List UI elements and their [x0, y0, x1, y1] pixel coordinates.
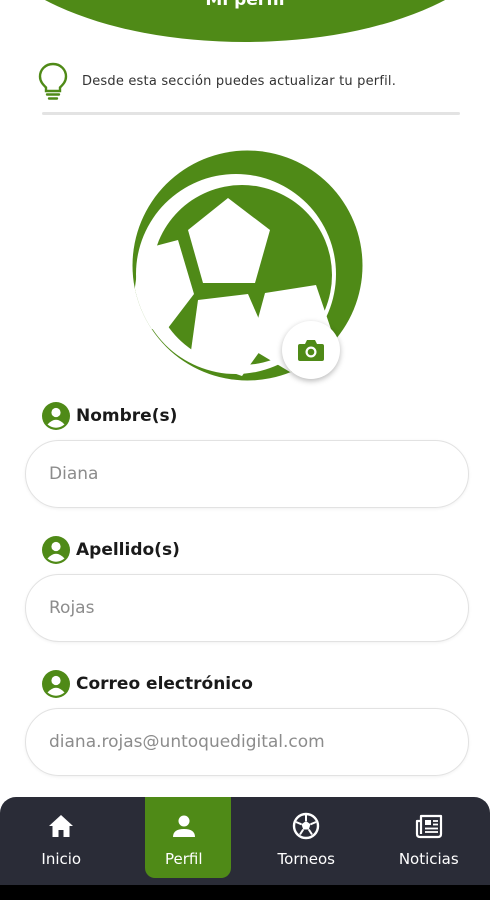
nombre-field-container — [25, 440, 469, 508]
change-photo-button[interactable] — [282, 321, 340, 379]
home-icon — [49, 815, 74, 837]
nav-item-torneos[interactable]: Torneos — [245, 797, 368, 885]
person-icon — [172, 815, 195, 837]
camera-icon — [298, 340, 324, 361]
user-icon — [42, 670, 70, 698]
nav-label-noticias: Noticias — [398, 850, 459, 868]
user-icon — [42, 536, 70, 564]
bottom-navigation: Inicio Perfil Torneos Noticias — [0, 797, 490, 885]
lightbulb-icon — [38, 62, 68, 100]
nav-item-inicio[interactable]: Inicio — [0, 797, 123, 885]
soccer-ball-icon — [293, 812, 320, 840]
divider — [42, 112, 460, 115]
nombre-label: Nombre(s) — [42, 401, 177, 431]
nav-item-perfil[interactable]: Perfil — [123, 797, 246, 885]
correo-label: Correo electrónico — [42, 669, 253, 699]
page-title: Mi perfil — [205, 0, 285, 10]
nombre-field[interactable] — [49, 464, 468, 484]
apellido-label: Apellido(s) — [42, 535, 180, 565]
nombre-label-text: Nombre(s) — [76, 406, 178, 426]
nav-item-noticias[interactable]: Noticias — [368, 797, 490, 885]
correo-label-text: Correo electrónico — [76, 674, 253, 694]
correo-field[interactable] — [49, 732, 468, 752]
nav-label-inicio: Inicio — [41, 850, 82, 868]
info-row: Desde esta sección puedes actualizar tu … — [36, 60, 456, 102]
newspaper-icon — [415, 814, 442, 839]
nav-label-torneos: Torneos — [277, 850, 335, 868]
correo-field-container — [25, 708, 469, 776]
apellido-field-container — [25, 574, 469, 642]
apellido-label-text: Apellido(s) — [76, 540, 180, 560]
apellido-field[interactable] — [49, 598, 468, 618]
system-navigation-bar — [0, 885, 490, 900]
info-text: Desde esta sección puedes actualizar tu … — [82, 73, 397, 89]
nav-label-perfil: Perfil — [164, 850, 203, 868]
user-icon — [42, 402, 70, 430]
